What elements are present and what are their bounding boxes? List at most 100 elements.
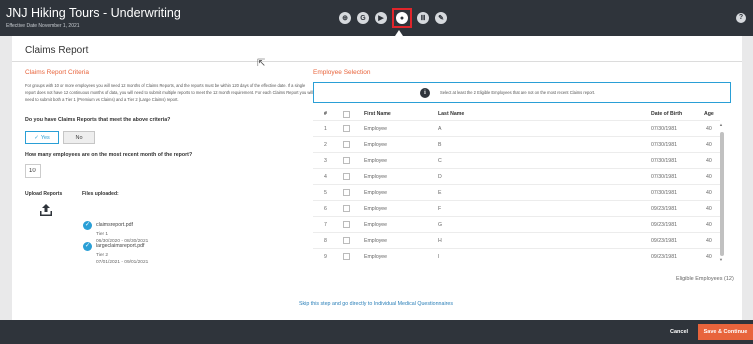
- criteria-text: For groups with 10 or more employees you…: [25, 83, 314, 102]
- row-last-name: G: [438, 222, 443, 228]
- select-all-checkbox[interactable]: [343, 111, 350, 118]
- employee-selection-heading: Employee Selection: [313, 69, 371, 76]
- row-first-name: Employee: [364, 142, 388, 148]
- row-checkbox[interactable]: [343, 125, 350, 132]
- scroll-up-icon[interactable]: ▲: [719, 122, 723, 127]
- table-row[interactable]: 8 Employee H 09/23/1981 40: [313, 232, 720, 248]
- row-last-name: D: [438, 174, 442, 180]
- row-age: 40: [706, 142, 712, 148]
- step-globe[interactable]: ⊕: [337, 10, 353, 26]
- table-row[interactable]: 1 Employee A 07/30/1981 40: [313, 120, 720, 136]
- row-checkbox[interactable]: [343, 205, 350, 212]
- row-first-name: Employee: [364, 158, 388, 164]
- criteria-heading: Claims Report Criteria: [25, 69, 89, 76]
- row-num: 1: [324, 126, 327, 132]
- row-last-name: A: [438, 126, 442, 132]
- row-age: 40: [706, 174, 712, 180]
- checkmark-icon: ✓: [34, 134, 39, 141]
- row-num: 6: [324, 206, 327, 212]
- step-columns[interactable]: Ⅲ: [415, 10, 431, 26]
- row-first-name: Employee: [364, 190, 388, 196]
- row-checkbox[interactable]: [343, 221, 350, 228]
- row-last-name: H: [438, 238, 442, 244]
- files-uploaded-label: Files uploaded:: [82, 191, 119, 197]
- table-row[interactable]: 4 Employee D 07/30/1981 40: [313, 168, 720, 184]
- row-num: 4: [324, 174, 327, 180]
- row-num: 5: [324, 190, 327, 196]
- file-name[interactable]: claimsreport.pdf: [96, 222, 133, 228]
- row-num: 2: [324, 142, 327, 148]
- row-dob: 07/30/1981: [651, 158, 677, 164]
- row-age: 40: [706, 190, 712, 196]
- row-first-name: Employee: [364, 174, 388, 180]
- row-dob: 07/30/1981: [651, 190, 677, 196]
- col-age: Age: [704, 111, 714, 117]
- step-circle-g[interactable]: G: [355, 10, 371, 26]
- row-age: 40: [706, 126, 712, 132]
- check-circle-icon: ✓: [83, 221, 92, 230]
- row-first-name: Employee: [364, 126, 388, 132]
- row-dob: 09/23/1981: [651, 206, 677, 212]
- top-bar: JNJ Hiking Tours - Underwriting Effectiv…: [0, 0, 753, 36]
- step-claims[interactable]: ●: [392, 8, 412, 28]
- row-checkbox[interactable]: [343, 189, 350, 196]
- upload-icon[interactable]: [39, 203, 53, 217]
- row-age: 40: [706, 206, 712, 212]
- table-row[interactable]: 7 Employee G 09/23/1981 40: [313, 216, 720, 232]
- table-row[interactable]: 3 Employee C 07/30/1981 40: [313, 152, 720, 168]
- table-row[interactable]: 6 Employee F 09/23/1981 40: [313, 200, 720, 216]
- help-icon[interactable]: ?: [736, 13, 746, 23]
- save-continue-button[interactable]: Save & Continue: [698, 324, 753, 340]
- row-last-name: I: [438, 254, 440, 260]
- row-num: 9: [324, 254, 327, 260]
- row-checkbox[interactable]: [343, 141, 350, 148]
- table-row[interactable]: 5 Employee E 07/30/1981 40: [313, 184, 720, 200]
- row-age: 40: [706, 254, 712, 260]
- row-num: 8: [324, 238, 327, 244]
- step-play[interactable]: ▶: [373, 10, 389, 26]
- row-checkbox[interactable]: [343, 173, 350, 180]
- row-last-name: E: [438, 190, 442, 196]
- title-divider: [12, 61, 742, 62]
- row-last-name: F: [438, 206, 442, 212]
- row-dob: 07/30/1981: [651, 142, 677, 148]
- effective-date: Effective Date November 1, 2021: [6, 23, 80, 29]
- skip-step-link[interactable]: Skip this step and go directly to Indivi…: [299, 301, 453, 307]
- row-num: 3: [324, 158, 327, 164]
- eligible-count: Eligible Employees (12): [676, 276, 734, 282]
- table-scrollbar[interactable]: ▲ ▼: [719, 120, 725, 266]
- scroll-down-icon[interactable]: ▼: [719, 257, 723, 262]
- row-age: 40: [706, 238, 712, 244]
- info-box: i Select at least the 2 Eligible Employe…: [313, 82, 731, 103]
- col-dob: Date of Birth: [651, 111, 683, 117]
- page-title: Claims Report: [25, 45, 89, 56]
- no-button[interactable]: No: [63, 131, 95, 144]
- criteria-question: Do you have Claims Reports that meet the…: [25, 117, 171, 123]
- play-icon: ▶: [375, 12, 387, 24]
- globe-icon: ⊕: [339, 12, 351, 24]
- file-tier: Tier 1: [96, 232, 109, 237]
- file-name[interactable]: largeclaimsreport.pdf: [96, 243, 144, 249]
- cancel-button[interactable]: Cancel: [670, 329, 688, 335]
- row-dob: 07/30/1981: [651, 174, 677, 180]
- row-last-name: B: [438, 142, 442, 148]
- row-checkbox[interactable]: [343, 253, 350, 260]
- table-row[interactable]: 2 Employee B 07/30/1981 40: [313, 136, 720, 152]
- scroll-thumb[interactable]: [720, 132, 724, 256]
- row-checkbox[interactable]: [343, 237, 350, 244]
- col-num: #: [324, 111, 327, 117]
- step-pencil[interactable]: ✎: [433, 10, 449, 26]
- upload-reports-label: Upload Reports: [25, 191, 63, 197]
- circle-g-icon: G: [357, 12, 369, 24]
- pencil-icon: ✎: [435, 12, 447, 24]
- table-row[interactable]: 9 Employee I 09/23/1981 40: [313, 248, 720, 264]
- file-tier: Tier 2: [96, 253, 109, 258]
- row-last-name: C: [438, 158, 442, 164]
- yes-button[interactable]: ✓ Yes: [25, 131, 59, 144]
- row-age: 40: [706, 222, 712, 228]
- employee-count-input[interactable]: [25, 164, 41, 178]
- columns-icon: Ⅲ: [417, 12, 429, 24]
- row-checkbox[interactable]: [343, 157, 350, 164]
- yes-label: Yes: [40, 134, 50, 141]
- check-circle-icon: ✓: [83, 242, 92, 251]
